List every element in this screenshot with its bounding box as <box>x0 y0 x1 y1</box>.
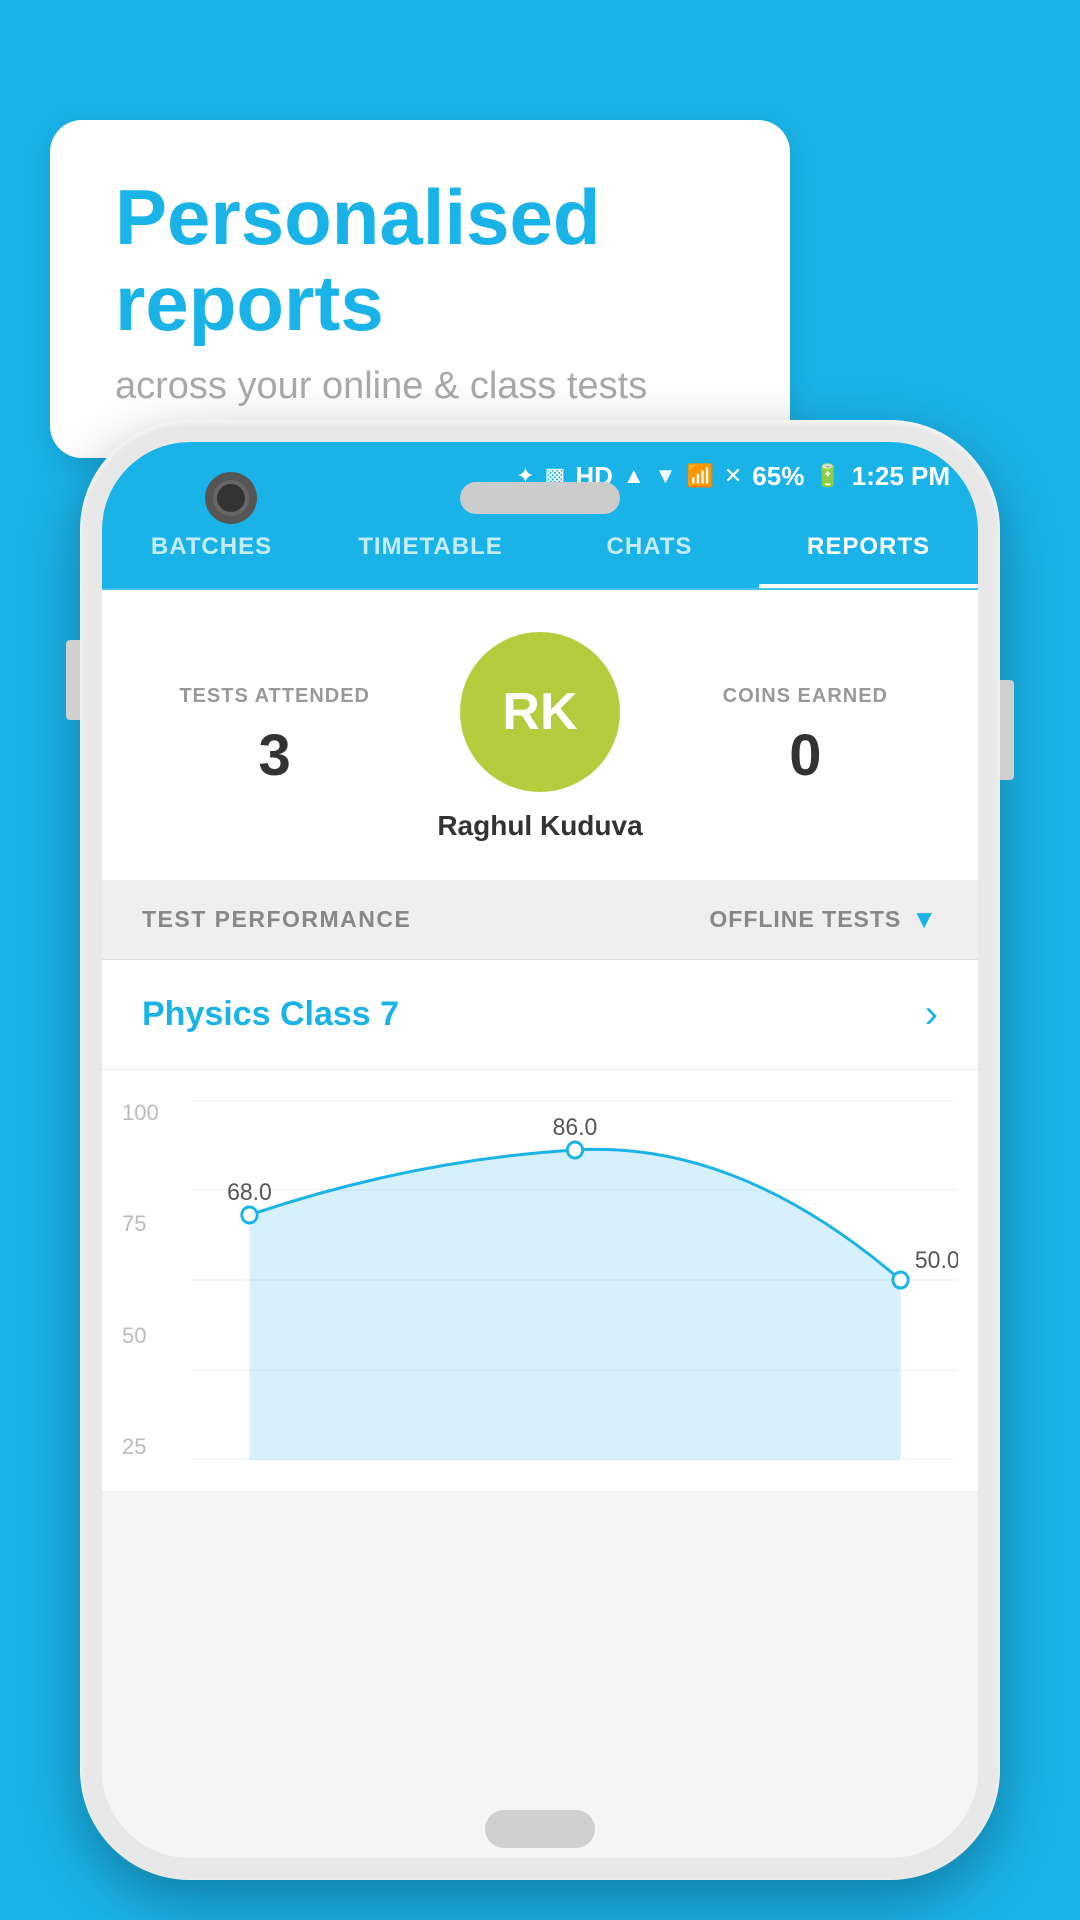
chart-y-labels: 100 75 50 25 <box>122 1100 159 1460</box>
section-header: TEST PERFORMANCE OFFLINE TESTS ▼ <box>102 880 978 960</box>
phone-speaker <box>460 482 620 514</box>
cross-icon: ✕ <box>724 463 742 489</box>
chart-svg: 68.0 86.0 50.0 <box>192 1100 958 1460</box>
y-label-50: 50 <box>122 1323 159 1349</box>
phone-screen: ✦ ▩ HD ▲ ▼ 📶 ✕ 65% 🔋 1:25 PM BATCHES <box>102 442 978 1858</box>
chevron-right-icon: › <box>925 992 938 1037</box>
chart-section: 100 75 50 25 <box>102 1070 978 1490</box>
power-button <box>1000 680 1014 780</box>
svg-text:50.0: 50.0 <box>915 1247 958 1274</box>
section-label: TEST PERFORMANCE <box>142 906 411 933</box>
clock: 1:25 PM <box>852 461 950 492</box>
avatar-block: RK Raghul Kuduva <box>407 632 672 842</box>
avatar-initials: RK <box>502 682 577 742</box>
wifi-icon: ▲ <box>623 463 645 489</box>
avatar: RK <box>460 632 620 792</box>
profile-section: TESTS ATTENDED 3 RK Raghul Kuduva COINS … <box>102 590 978 880</box>
bubble-subtitle: across your online & class tests <box>115 365 725 408</box>
main-content: TESTS ATTENDED 3 RK Raghul Kuduva COINS … <box>102 590 978 1858</box>
y-label-25: 25 <box>122 1434 159 1460</box>
phone-camera <box>205 472 257 524</box>
filter-dropdown[interactable]: OFFLINE TESTS ▼ <box>709 904 938 935</box>
tab-reports[interactable]: REPORTS <box>759 510 978 588</box>
battery-icon: 🔋 <box>814 463 841 489</box>
tab-batches[interactable]: BATCHES <box>102 510 321 588</box>
tab-timetable[interactable]: TIMETABLE <box>321 510 540 588</box>
tab-chats[interactable]: CHATS <box>540 510 759 588</box>
home-button[interactable] <box>485 1810 595 1848</box>
svg-text:68.0: 68.0 <box>227 1179 272 1206</box>
tests-attended-label: TESTS ATTENDED <box>142 685 407 708</box>
signal-icon: ▼ <box>655 463 677 489</box>
y-label-75: 75 <box>122 1211 159 1237</box>
coins-earned-value: 0 <box>673 722 938 789</box>
svg-text:86.0: 86.0 <box>553 1114 598 1141</box>
volume-button <box>66 640 80 720</box>
speech-bubble: Personalised reports across your online … <box>50 120 790 458</box>
user-name: Raghul Kuduva <box>437 810 642 842</box>
chevron-down-icon: ▼ <box>911 904 938 935</box>
tests-attended-block: TESTS ATTENDED 3 <box>142 685 407 789</box>
network-icon: 📶 <box>686 463 713 489</box>
y-label-100: 100 <box>122 1100 159 1126</box>
filter-label: OFFLINE TESTS <box>709 906 901 933</box>
battery-percent: 65% <box>752 461 804 492</box>
phone-mockup: ✦ ▩ HD ▲ ▼ 📶 ✕ 65% 🔋 1:25 PM BATCHES <box>80 420 1000 1880</box>
class-row[interactable]: Physics Class 7 › <box>102 960 978 1070</box>
coins-earned-block: COINS EARNED 0 <box>673 685 938 789</box>
chart-area: 68.0 86.0 50.0 <box>192 1100 958 1460</box>
tests-attended-value: 3 <box>142 722 407 789</box>
coins-earned-label: COINS EARNED <box>673 685 938 708</box>
class-name: Physics Class 7 <box>142 995 399 1034</box>
bubble-title: Personalised reports <box>115 175 725 347</box>
